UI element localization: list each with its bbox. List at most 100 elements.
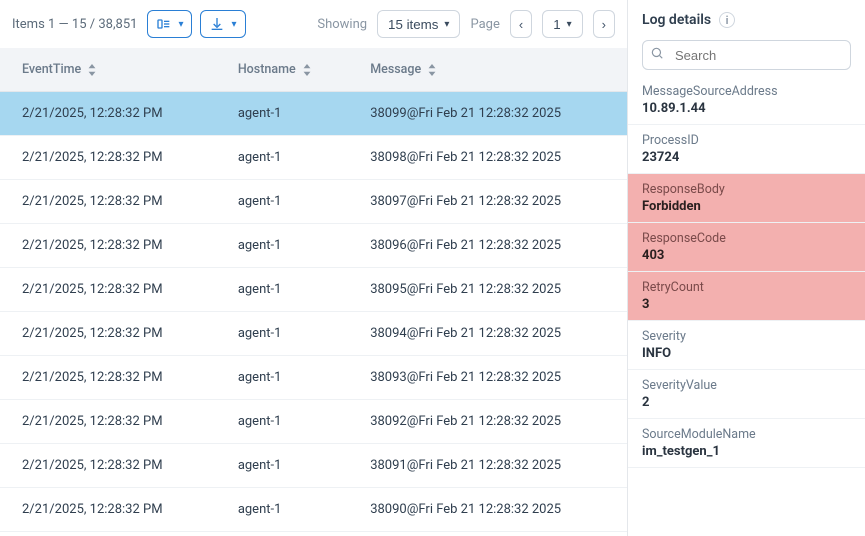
log-details-pane: Log details i MessageSourceAddress 10.89.… (628, 0, 865, 536)
cell-message: 38092@Fri Feb 21 12:28:32 2025 (348, 400, 627, 444)
column-header-label: Hostname (238, 62, 296, 77)
detail-field-key: ResponseCode (642, 231, 851, 246)
detail-field[interactable]: SourceModuleName im_testgen_1 (628, 419, 865, 468)
table-row[interactable]: 2/21/2025, 12:28:32 PMagent-138096@Fri F… (0, 224, 627, 268)
page-next-button[interactable]: › (593, 10, 615, 38)
items-per-page-dropdown[interactable]: 15 items ▾ (377, 10, 460, 38)
cell-event_time: 2/21/2025, 12:28:32 PM (0, 312, 216, 356)
cell-hostname: agent-1 (216, 224, 348, 268)
table-row[interactable]: 2/21/2025, 12:28:32 PMagent-138095@Fri F… (0, 268, 627, 312)
cell-message: 38095@Fri Feb 21 12:28:32 2025 (348, 268, 627, 312)
cell-event_time: 2/21/2025, 12:28:32 PM (0, 180, 216, 224)
detail-field-key: ProcessID (642, 133, 851, 148)
detail-field-key: SeverityValue (642, 378, 851, 393)
log-details-header: Log details i (628, 0, 865, 34)
cell-message: 38098@Fri Feb 21 12:28:32 2025 (348, 136, 627, 180)
chevron-right-icon: › (602, 17, 606, 32)
log-details-fields[interactable]: MessageSourceAddress 10.89.1.44 ProcessID 2… (628, 76, 865, 536)
detail-field[interactable]: ProcessID 23724 (628, 125, 865, 174)
detail-field-value: im_testgen_1 (642, 444, 851, 459)
page-number-value: 1 (553, 17, 560, 32)
cell-message: 38091@Fri Feb 21 12:28:32 2025 (348, 444, 627, 488)
cell-message: 38097@Fri Feb 21 12:28:32 2025 (348, 180, 627, 224)
table-row[interactable]: 2/21/2025, 12:28:32 PMagent-138093@Fri F… (0, 356, 627, 400)
cell-message: 38090@Fri Feb 21 12:28:32 2025 (348, 488, 627, 532)
detail-field[interactable]: ResponseBody Forbidden (628, 174, 865, 223)
detail-field-value: 23724 (642, 150, 851, 165)
detail-field-key: RetryCount (642, 280, 851, 295)
cell-message: 38094@Fri Feb 21 12:28:32 2025 (348, 312, 627, 356)
detail-field-value: 403 (642, 248, 851, 263)
column-header-label: EventTime (22, 62, 81, 77)
cell-hostname: agent-1 (216, 136, 348, 180)
detail-field[interactable]: RetryCount 3 (628, 272, 865, 321)
chevron-down-icon: ▾ (444, 19, 449, 30)
log-table-pane: Items 1 — 15 / 38,851 ▾ ▾ (0, 0, 628, 536)
log-table-scroll[interactable]: EventTime Hostname Message 2/21/2025, 12:2… (0, 48, 627, 536)
detail-field-key: SourceModuleName (642, 427, 851, 442)
log-table: EventTime Hostname Message 2/21/2025, 12:2… (0, 48, 627, 532)
cell-hostname: agent-1 (216, 268, 348, 312)
cell-hostname: agent-1 (216, 356, 348, 400)
cell-hostname: agent-1 (216, 180, 348, 224)
cell-hostname: agent-1 (216, 488, 348, 532)
cell-event_time: 2/21/2025, 12:28:32 PM (0, 224, 216, 268)
cell-hostname: agent-1 (216, 400, 348, 444)
detail-field-key: Severity (642, 329, 851, 344)
page-prev-button[interactable]: ‹ (510, 10, 532, 38)
download-icon (209, 16, 225, 32)
search-icon (650, 46, 664, 64)
detail-field-value: 10.89.1.44 (642, 101, 851, 116)
download-button[interactable]: ▾ (200, 10, 245, 38)
cell-event_time: 2/21/2025, 12:28:32 PM (0, 356, 216, 400)
cell-hostname: agent-1 (216, 444, 348, 488)
log-details-search-input[interactable] (642, 40, 851, 70)
detail-field-value: INFO (642, 346, 851, 361)
chevron-down-icon: ▾ (231, 19, 236, 30)
chevron-down-icon: ▾ (567, 19, 572, 30)
items-range: Items 1 — 15 / 38,851 (12, 17, 137, 32)
table-row[interactable]: 2/21/2025, 12:28:32 PMagent-138098@Fri F… (0, 136, 627, 180)
cell-message: 38096@Fri Feb 21 12:28:32 2025 (348, 224, 627, 268)
column-header-hostname[interactable]: Hostname (216, 48, 348, 92)
log-details-search (642, 40, 851, 70)
page-number-dropdown[interactable]: 1 ▾ (542, 10, 582, 38)
items-per-page-value: 15 items (388, 17, 438, 32)
showing-label: Showing (317, 17, 367, 32)
cell-message: 38099@Fri Feb 21 12:28:32 2025 (348, 92, 627, 136)
cell-event_time: 2/21/2025, 12:28:32 PM (0, 136, 216, 180)
table-row[interactable]: 2/21/2025, 12:28:32 PMagent-138090@Fri F… (0, 488, 627, 532)
sort-icon[interactable] (427, 64, 437, 76)
table-row[interactable]: 2/21/2025, 12:28:32 PMagent-138091@Fri F… (0, 444, 627, 488)
table-row[interactable]: 2/21/2025, 12:28:32 PMagent-138094@Fri F… (0, 312, 627, 356)
detail-field-key: ResponseBody (642, 182, 851, 197)
cell-event_time: 2/21/2025, 12:28:32 PM (0, 400, 216, 444)
column-header-label: Message (370, 62, 421, 77)
detail-field-value: 3 (642, 297, 851, 312)
cell-hostname: agent-1 (216, 312, 348, 356)
chevron-down-icon: ▾ (178, 19, 183, 30)
toolbar: Items 1 — 15 / 38,851 ▾ ▾ (0, 0, 627, 48)
log-table-head: EventTime Hostname Message (0, 48, 627, 92)
info-icon[interactable]: i (719, 12, 735, 28)
column-header-message[interactable]: Message (348, 48, 627, 92)
detail-field[interactable]: MessageSourceAddress 10.89.1.44 (628, 76, 865, 125)
detail-field[interactable]: SeverityValue 2 (628, 370, 865, 419)
table-row[interactable]: 2/21/2025, 12:28:32 PMagent-138092@Fri F… (0, 400, 627, 444)
detail-field-key: MessageSourceAddress (642, 84, 851, 99)
sort-icon[interactable] (302, 64, 312, 76)
cell-event_time: 2/21/2025, 12:28:32 PM (0, 488, 216, 532)
detail-field[interactable]: Severity INFO (628, 321, 865, 370)
table-row[interactable]: 2/21/2025, 12:28:32 PMagent-138099@Fri F… (0, 92, 627, 136)
detail-field-value: Forbidden (642, 199, 851, 214)
toolbar-actions: ▾ ▾ (147, 10, 245, 38)
cell-message: 38093@Fri Feb 21 12:28:32 2025 (348, 356, 627, 400)
sort-icon[interactable] (87, 64, 97, 76)
table-row[interactable]: 2/21/2025, 12:28:32 PMagent-138097@Fri F… (0, 180, 627, 224)
detail-field[interactable]: ResponseCode 403 (628, 223, 865, 272)
page-label: Page (470, 17, 499, 32)
column-header-event_time[interactable]: EventTime (0, 48, 216, 92)
chevron-left-icon: ‹ (519, 17, 523, 32)
detail-field-value: 2 (642, 395, 851, 410)
view-mode-button[interactable]: ▾ (147, 10, 192, 38)
